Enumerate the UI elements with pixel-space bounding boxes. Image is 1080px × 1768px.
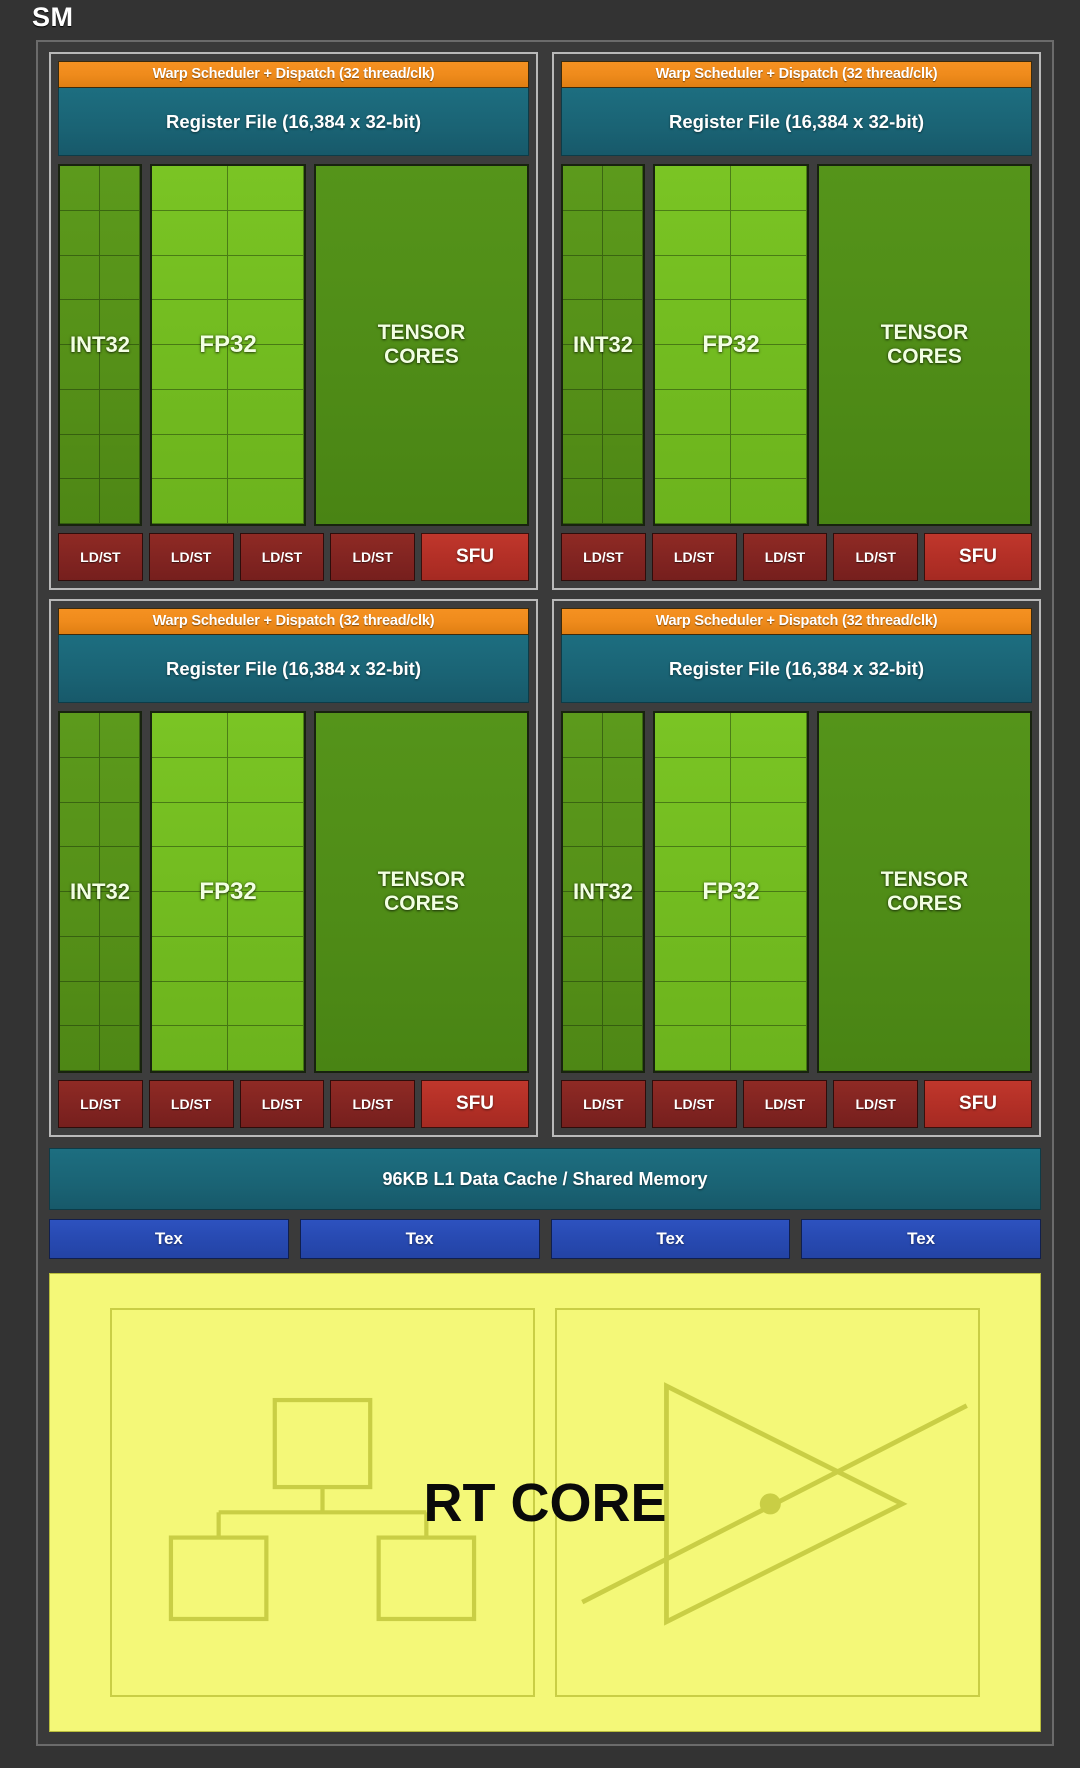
- fp32-cell-grid: [152, 166, 304, 524]
- tensor-cores-label: TENSOR CORES: [378, 868, 466, 915]
- fp32-unit-0: FP32: [150, 164, 306, 526]
- core-columns-3: INT32 FP32 TENSOR CORES: [561, 711, 1032, 1073]
- processing-block-0: Warp Scheduler + Dispatch (32 thread/clk…: [49, 52, 538, 590]
- ldst-unit: LD/ST: [833, 1080, 919, 1128]
- int32-unit-0: INT32: [58, 164, 142, 526]
- ldst-sfu-row-1: LD/ST LD/ST LD/ST LD/ST SFU: [561, 533, 1032, 581]
- ldst-unit: LD/ST: [330, 533, 416, 581]
- fp32-unit-1: FP32: [653, 164, 809, 526]
- ldst-unit: LD/ST: [742, 1080, 828, 1128]
- fp32-cell-grid: [655, 166, 807, 524]
- ldst-unit: LD/ST: [742, 533, 828, 581]
- ldst-unit: LD/ST: [561, 1080, 646, 1128]
- tensor-cores-label-line2: CORES: [384, 892, 459, 915]
- ldst-unit: LD/ST: [330, 1080, 416, 1128]
- tensor-cores-label: TENSOR CORES: [378, 321, 466, 368]
- warp-scheduler-2: Warp Scheduler + Dispatch (32 thread/clk…: [58, 608, 529, 635]
- ldst-sfu-row-2: LD/ST LD/ST LD/ST LD/ST SFU: [58, 1080, 529, 1128]
- core-columns-2: INT32 FP32 TENSOR CORES: [58, 711, 529, 1073]
- tensor-cores-label-line1: TENSOR: [377, 868, 466, 892]
- tex-unit: Tex: [49, 1219, 289, 1259]
- processing-block-1: Warp Scheduler + Dispatch (32 thread/clk…: [552, 52, 1041, 590]
- warp-scheduler-3: Warp Scheduler + Dispatch (32 thread/clk…: [561, 608, 1032, 635]
- core-columns-0: INT32 FP32 TENSOR CORES: [58, 164, 529, 526]
- tex-unit: Tex: [801, 1219, 1041, 1259]
- tensor-cores-unit-2: TENSOR CORES: [314, 711, 529, 1073]
- tex-unit: Tex: [299, 1219, 540, 1259]
- ldst-unit: LD/ST: [239, 533, 325, 581]
- register-file-0: Register File (16,384 x 32-bit): [58, 88, 529, 156]
- ldst-unit: LD/ST: [651, 533, 737, 581]
- rt-core-right-panel: [555, 1308, 980, 1697]
- ldst-unit: LD/ST: [58, 533, 143, 581]
- tensor-cores-label-line1: TENSOR: [880, 868, 969, 892]
- fp32-unit-3: FP32: [653, 711, 809, 1073]
- sfu-unit: SFU: [924, 1080, 1032, 1128]
- ldst-unit: LD/ST: [148, 533, 234, 581]
- fp32-cell-grid: [655, 713, 807, 1071]
- warp-scheduler-0: Warp Scheduler + Dispatch (32 thread/clk…: [58, 61, 529, 88]
- ldst-unit: LD/ST: [148, 1080, 234, 1128]
- ldst-sfu-row-3: LD/ST LD/ST LD/ST LD/ST SFU: [561, 1080, 1032, 1128]
- processing-block-2: Warp Scheduler + Dispatch (32 thread/clk…: [49, 599, 538, 1137]
- sfu-unit: SFU: [924, 533, 1032, 581]
- ldst-unit: LD/ST: [833, 533, 919, 581]
- int32-unit-1: INT32: [561, 164, 645, 526]
- register-file-3: Register File (16,384 x 32-bit): [561, 635, 1032, 703]
- int32-cell-grid: [563, 713, 643, 1071]
- warp-scheduler-1: Warp Scheduler + Dispatch (32 thread/clk…: [561, 61, 1032, 88]
- ray-triangle-intersection-icon: [581, 1382, 968, 1626]
- int32-cell-grid: [60, 713, 140, 1071]
- sfu-unit: SFU: [421, 533, 529, 581]
- fp32-cell-grid: [152, 713, 304, 1071]
- bvh-tree-icon: [168, 1397, 477, 1622]
- tensor-cores-label-line1: TENSOR: [377, 321, 466, 345]
- int32-unit-3: INT32: [561, 711, 645, 1073]
- int32-unit-2: INT32: [58, 711, 142, 1073]
- tensor-cores-label: TENSOR CORES: [881, 321, 969, 368]
- tex-unit-row: Tex Tex Tex Tex: [49, 1219, 1041, 1259]
- tensor-cores-label-line1: TENSOR: [880, 321, 969, 345]
- int32-cell-grid: [563, 166, 643, 524]
- sm-frame: Warp Scheduler + Dispatch (32 thread/clk…: [36, 40, 1054, 1746]
- ldst-unit: LD/ST: [58, 1080, 143, 1128]
- core-columns-1: INT32 FP32 TENSOR CORES: [561, 164, 1032, 526]
- tensor-cores-unit-1: TENSOR CORES: [817, 164, 1032, 526]
- rt-core-left-panel: [110, 1308, 535, 1697]
- register-file-2: Register File (16,384 x 32-bit): [58, 635, 529, 703]
- tensor-cores-label-line2: CORES: [887, 892, 962, 915]
- page-title: SM: [32, 2, 74, 32]
- tensor-cores-unit-0: TENSOR CORES: [314, 164, 529, 526]
- l1-data-cache: 96KB L1 Data Cache / Shared Memory: [49, 1148, 1041, 1210]
- ldst-unit: LD/ST: [239, 1080, 325, 1128]
- int32-cell-grid: [60, 166, 140, 524]
- ldst-unit: LD/ST: [561, 533, 646, 581]
- ldst-unit: LD/ST: [651, 1080, 737, 1128]
- processing-block-3: Warp Scheduler + Dispatch (32 thread/clk…: [552, 599, 1041, 1137]
- ldst-sfu-row-0: LD/ST LD/ST LD/ST LD/ST SFU: [58, 533, 529, 581]
- tex-unit: Tex: [550, 1219, 791, 1259]
- fp32-unit-2: FP32: [150, 711, 306, 1073]
- tensor-cores-label-line2: CORES: [384, 345, 459, 368]
- rt-core-block: RT CORE: [49, 1273, 1041, 1732]
- rt-core-inner: [50, 1274, 1040, 1731]
- sfu-unit: SFU: [421, 1080, 529, 1128]
- tensor-cores-unit-3: TENSOR CORES: [817, 711, 1032, 1073]
- sm-diagram: SM Warp Scheduler + Dispatch (32 thread/…: [0, 0, 1080, 1768]
- tensor-cores-label: TENSOR CORES: [881, 868, 969, 915]
- tensor-cores-label-line2: CORES: [887, 345, 962, 368]
- register-file-1: Register File (16,384 x 32-bit): [561, 88, 1032, 156]
- processing-block-grid: Warp Scheduler + Dispatch (32 thread/clk…: [49, 52, 1041, 1137]
